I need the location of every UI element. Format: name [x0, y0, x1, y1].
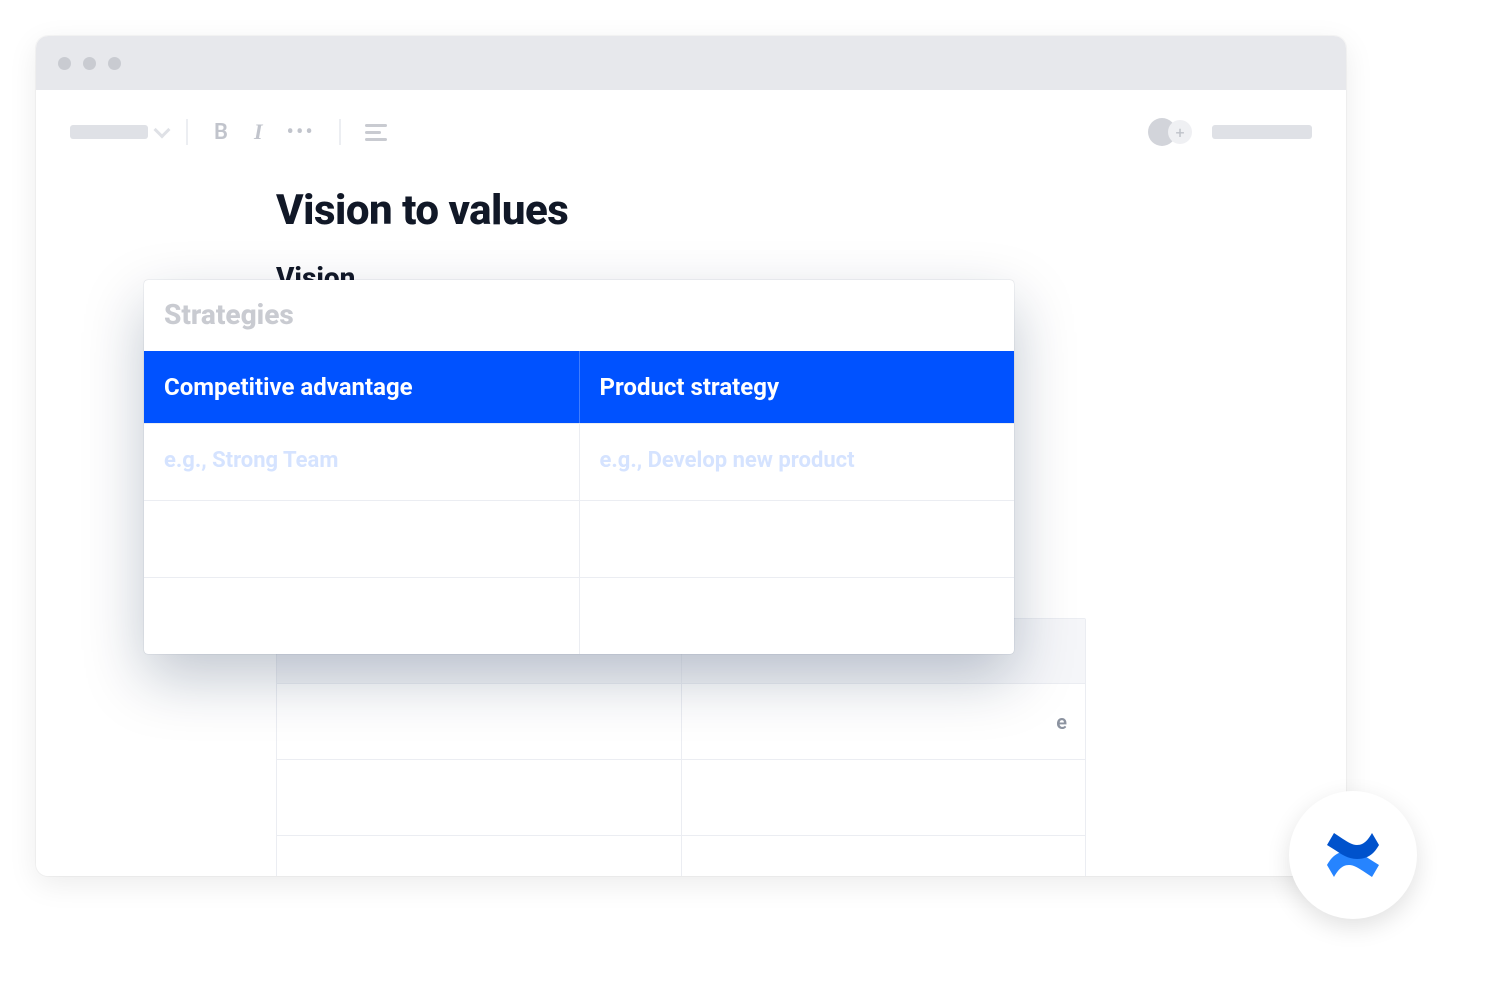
table-cell[interactable]: [682, 760, 1086, 835]
table-row: e: [277, 683, 1085, 759]
bold-button[interactable]: B: [206, 120, 236, 145]
italic-button[interactable]: I: [246, 119, 271, 145]
table-row: e.g., Strong Team e.g., Develop new prod…: [144, 423, 1014, 500]
strategies-header-product[interactable]: Product strategy: [580, 351, 1015, 423]
table-cell[interactable]: [144, 501, 580, 577]
window-dot-zoom-icon[interactable]: [108, 57, 121, 70]
window-dot-minimize-icon[interactable]: [83, 57, 96, 70]
strategies-header-competitive[interactable]: Competitive advantage: [144, 351, 580, 423]
table-cell[interactable]: [144, 578, 580, 654]
background-table[interactable]: e: [276, 618, 1086, 876]
table-cell[interactable]: e.g., Strong Team: [144, 424, 580, 500]
add-collaborator-button[interactable]: +: [1168, 120, 1192, 144]
strategies-card: Strategies Competitive advantage Product…: [144, 280, 1014, 654]
paragraph-style-selector[interactable]: [70, 125, 148, 139]
table-cell[interactable]: [580, 501, 1015, 577]
window-dot-close-icon[interactable]: [58, 57, 71, 70]
align-left-icon[interactable]: [359, 124, 393, 141]
confluence-icon: [1321, 823, 1385, 887]
table-cell[interactable]: [277, 684, 682, 759]
confluence-logo-badge: [1289, 791, 1417, 919]
table-cell[interactable]: [277, 836, 682, 876]
table-cell[interactable]: [277, 760, 682, 835]
strategies-title[interactable]: Strategies: [144, 280, 1014, 351]
window-titlebar: [36, 36, 1346, 90]
chevron-down-icon[interactable]: [154, 122, 171, 139]
action-placeholder[interactable]: [1212, 125, 1312, 139]
toolbar-divider: [339, 119, 341, 145]
strategies-header-row: Competitive advantage Product strategy: [144, 351, 1014, 423]
table-row: [144, 500, 1014, 577]
table-cell[interactable]: [682, 836, 1086, 876]
editor-toolbar: B I ••• +: [70, 116, 1312, 148]
table-row: [277, 835, 1085, 876]
table-cell[interactable]: e: [682, 684, 1086, 759]
table-row: [144, 577, 1014, 654]
toolbar-divider: [186, 119, 188, 145]
table-cell[interactable]: [580, 578, 1015, 654]
table-cell[interactable]: e.g., Develop new product: [580, 424, 1015, 500]
table-row: [277, 759, 1085, 835]
more-formatting-button[interactable]: •••: [281, 120, 321, 145]
page-title[interactable]: Vision to values: [276, 186, 1226, 235]
